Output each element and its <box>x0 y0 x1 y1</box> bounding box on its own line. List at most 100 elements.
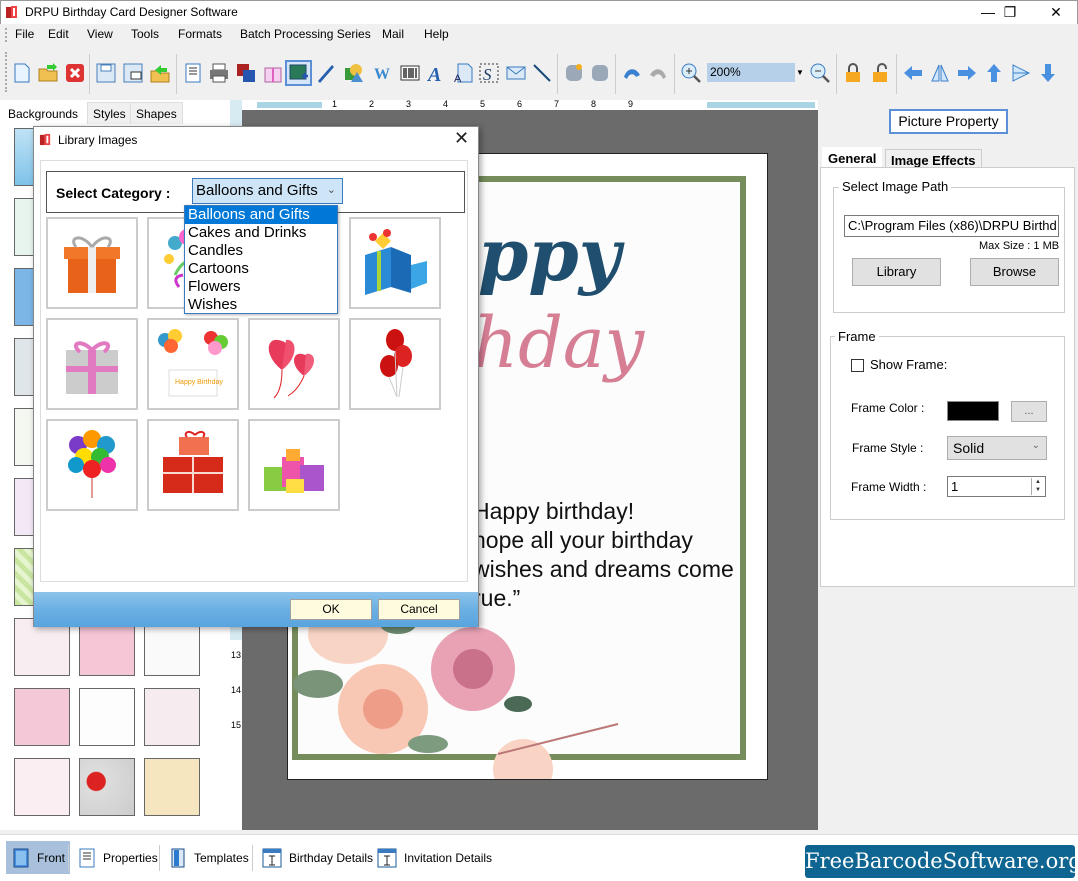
category-option[interactable]: Balloons and Gifts <box>185 206 337 224</box>
background-thumbnail[interactable] <box>14 548 34 606</box>
mail-button[interactable] <box>504 61 528 85</box>
tab-styles[interactable]: Styles <box>87 102 132 124</box>
library-image-balloon-bunch[interactable] <box>46 419 138 511</box>
frame-width-spinner[interactable]: 1 ▲ ▼ <box>947 476 1046 497</box>
menu-batch-processing[interactable]: Batch Processing Series <box>238 27 373 41</box>
menu-tools[interactable]: Tools <box>129 27 161 41</box>
move-left-button[interactable] <box>901 61 925 85</box>
open-button[interactable] <box>36 61 60 85</box>
library-image-red-balloons[interactable] <box>349 318 441 410</box>
library-image-balloons-card[interactable]: Happy Birthday <box>147 318 239 410</box>
library-image-blue-gift[interactable] <box>349 217 441 309</box>
unlock-button[interactable] <box>868 61 892 85</box>
barcode-button[interactable] <box>398 61 422 85</box>
line-button[interactable] <box>530 61 554 85</box>
card-title-line2[interactable]: hday <box>473 302 644 384</box>
layers-button[interactable] <box>234 61 258 85</box>
new-button[interactable] <box>10 61 34 85</box>
background-thumbnail[interactable] <box>14 408 34 466</box>
flip-button[interactable] <box>928 61 952 85</box>
tab-general[interactable]: General <box>822 147 883 168</box>
bottom-tab-invitation-details[interactable]: Invitation Details <box>371 841 497 874</box>
export-icon <box>150 65 170 83</box>
signature-button[interactable]: S <box>477 61 501 85</box>
save-as-button[interactable] <box>121 61 145 85</box>
gift-button[interactable] <box>261 61 285 85</box>
bottom-tab-properties[interactable]: Properties <box>72 841 163 874</box>
frame-style-select[interactable]: Solid ⌄ <box>947 436 1047 460</box>
align-button[interactable] <box>1009 61 1033 85</box>
restore-button[interactable]: ❐ <box>987 1 1033 25</box>
redo-button[interactable] <box>646 61 670 85</box>
properties-button[interactable] <box>181 61 205 85</box>
spinner-arrows-icon[interactable]: ▲ ▼ <box>1031 478 1044 495</box>
undo-button[interactable] <box>620 61 644 85</box>
bottom-tab-templates[interactable]: Templates <box>163 841 254 874</box>
library-image-heart-balloons[interactable] <box>248 318 340 410</box>
library-image-pink-silver-gift[interactable] <box>46 318 138 410</box>
bottom-tab-front[interactable]: Front <box>6 841 71 874</box>
move-down-button[interactable] <box>1036 61 1060 85</box>
menu-view[interactable]: View <box>85 27 115 41</box>
category-option[interactable]: Wishes <box>185 296 337 314</box>
tab-shapes[interactable]: Shapes <box>130 102 183 124</box>
menu-edit[interactable]: Edit <box>46 27 71 41</box>
move-right-button[interactable] <box>955 61 979 85</box>
background-thumbnail[interactable] <box>144 758 200 816</box>
image-path-input[interactable]: C:\Program Files (x86)\DRPU Birthd <box>844 215 1059 237</box>
background-thumbnail[interactable] <box>79 758 135 816</box>
insert-image-button[interactable] <box>285 60 312 86</box>
library-image-gift-stack[interactable] <box>248 419 340 511</box>
background-thumbnail[interactable] <box>79 688 135 746</box>
library-image-red-gifts[interactable] <box>147 419 239 511</box>
menu-formats[interactable]: Formats <box>176 27 224 41</box>
background-thumbnail[interactable] <box>14 478 34 536</box>
background-thumbnail[interactable] <box>14 128 34 186</box>
shapes-button[interactable] <box>339 61 369 85</box>
print-button[interactable] <box>207 61 231 85</box>
text-button[interactable]: A <box>424 61 448 85</box>
zoom-in-button[interactable] <box>679 61 703 85</box>
background-thumbnail[interactable] <box>14 758 70 816</box>
watermark-button[interactable]: W <box>371 61 395 85</box>
database-button[interactable] <box>562 61 586 85</box>
show-frame-checkbox[interactable] <box>851 359 864 372</box>
background-thumbnail[interactable] <box>144 688 200 746</box>
frame-width-label: Frame Width : <box>851 480 927 494</box>
frame-color-swatch[interactable] <box>947 401 999 421</box>
category-select[interactable]: Balloons and Gifts ⌄ <box>192 178 343 204</box>
zoom-dropdown-arrow[interactable]: ▼ <box>796 68 804 77</box>
close-button[interactable]: ✕ <box>1033 1 1078 25</box>
menu-file[interactable]: File <box>13 27 36 41</box>
cancel-button[interactable]: Cancel <box>378 599 460 620</box>
bottom-tab-birthday-details[interactable]: Birthday Details <box>256 841 378 874</box>
ok-button[interactable]: OK <box>290 599 372 620</box>
library-image-orange-gift[interactable] <box>46 217 138 309</box>
dialog-close-icon[interactable]: ✕ <box>454 128 469 149</box>
background-thumbnail[interactable] <box>14 268 34 326</box>
move-up-button[interactable] <box>982 61 1006 85</box>
menu-mail[interactable]: Mail <box>380 27 406 41</box>
frame-color-picker-button[interactable]: ... <box>1011 401 1047 422</box>
export-button[interactable] <box>148 61 172 85</box>
lock-button[interactable] <box>841 61 865 85</box>
category-option[interactable]: Cakes and Drinks <box>185 224 337 242</box>
background-thumbnail[interactable] <box>14 198 34 256</box>
category-option[interactable]: Flowers <box>185 278 337 296</box>
menu-help[interactable]: Help <box>422 27 451 41</box>
tab-backgrounds[interactable]: Backgrounds <box>2 102 85 124</box>
text-document-button[interactable]: A <box>451 61 475 85</box>
background-thumbnail[interactable] <box>14 688 70 746</box>
category-option[interactable]: Cartoons <box>185 260 337 278</box>
save-button[interactable] <box>94 61 118 85</box>
library-button[interactable]: Library <box>852 258 941 286</box>
zoom-out-button[interactable] <box>808 61 832 85</box>
pen-button[interactable] <box>314 61 338 85</box>
background-thumbnail[interactable] <box>14 338 34 396</box>
card-title-line1[interactable]: ppy <box>478 212 621 297</box>
zoom-level-input[interactable]: 200% <box>707 63 795 82</box>
category-option[interactable]: Candles <box>185 242 337 260</box>
database-button-2[interactable] <box>588 61 612 85</box>
close-document-button[interactable] <box>63 61 87 85</box>
browse-button[interactable]: Browse <box>970 258 1059 286</box>
